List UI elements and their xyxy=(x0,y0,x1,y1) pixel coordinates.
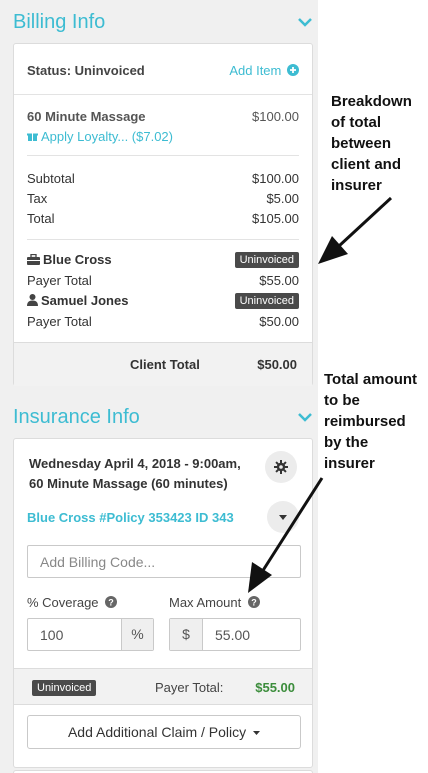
arrow-icon xyxy=(318,196,393,264)
annotation-arrows xyxy=(248,196,393,593)
arrow-icon xyxy=(248,477,324,593)
